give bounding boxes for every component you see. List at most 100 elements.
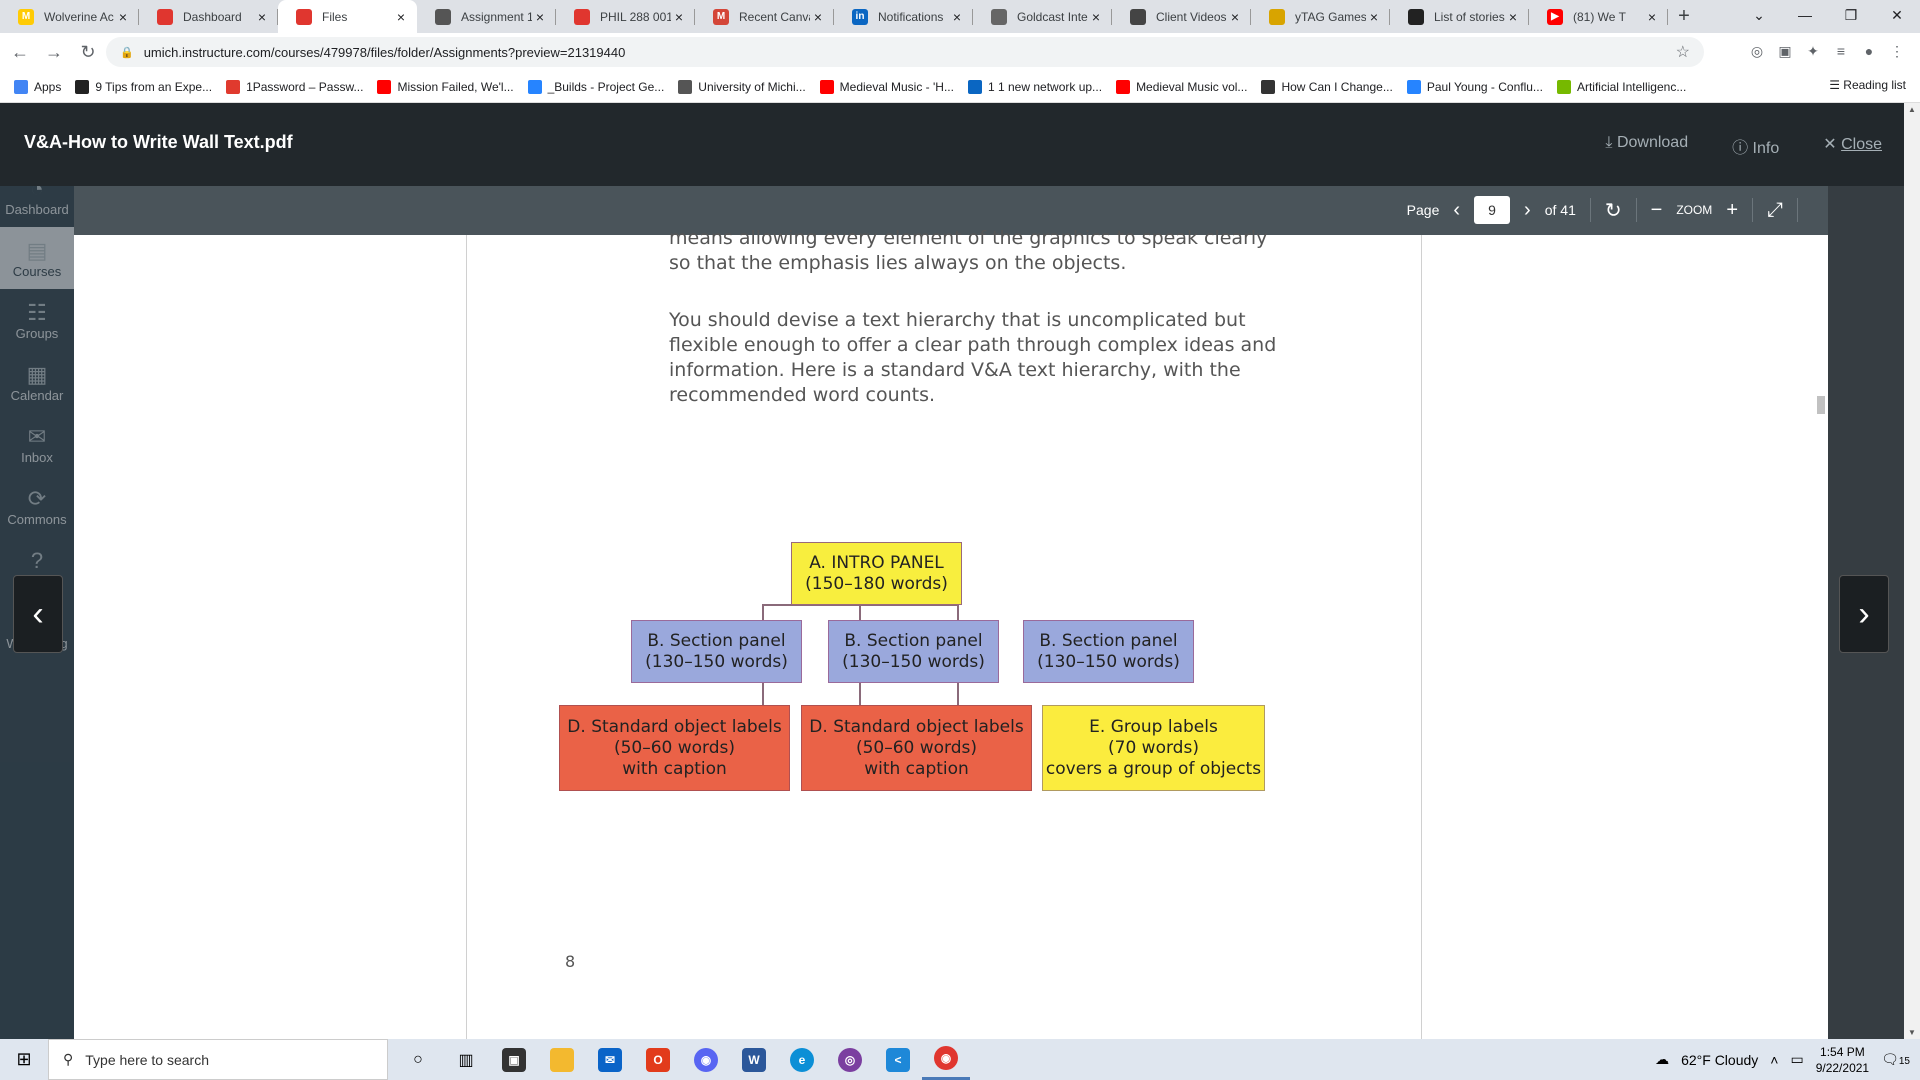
browser-tab[interactable]: ▶ (81) We T ×: [1529, 0, 1668, 33]
close-preview-button[interactable]: ✕ Close: [1823, 134, 1882, 158]
mail-icon[interactable]: ✉: [586, 1039, 634, 1080]
tab-close-icon[interactable]: ×: [1088, 9, 1104, 25]
bookmark-item[interactable]: Medieval Music - 'H...: [819, 79, 954, 94]
cortana-icon[interactable]: ○: [394, 1039, 442, 1080]
tab-title: List of stories: [1434, 9, 1505, 24]
battery-icon[interactable]: ▭: [1790, 1051, 1803, 1068]
bookmark-item[interactable]: _Builds - Project Ge...: [527, 79, 664, 94]
prev-page-icon[interactable]: ‹: [1453, 199, 1460, 222]
file-explorer-icon[interactable]: [538, 1039, 586, 1080]
bookmark-item[interactable]: Paul Young - Conflu...: [1406, 79, 1543, 94]
profile-avatar[interactable]: ●: [1860, 42, 1878, 60]
notifications-icon[interactable]: 🗨15: [1881, 1051, 1910, 1068]
pdf-scrollbar[interactable]: [1814, 235, 1828, 1039]
bookmark-item[interactable]: Mission Failed, We'l...: [377, 79, 514, 94]
rotate-icon[interactable]: ↻: [1605, 198, 1622, 223]
close-window-button[interactable]: ✕: [1874, 0, 1920, 33]
bookmark-item[interactable]: University of Michi...: [678, 79, 806, 94]
bookmark-label: Medieval Music vol...: [1136, 79, 1248, 94]
bookmark-item[interactable]: Medieval Music vol...: [1116, 79, 1248, 94]
tab-close-icon[interactable]: ×: [1505, 9, 1521, 25]
browser-tab[interactable]: in Notifications ×: [834, 0, 973, 33]
extension-icon[interactable]: ◎: [1748, 42, 1766, 60]
tab-close-icon[interactable]: ×: [671, 9, 687, 25]
tab-close-icon[interactable]: ×: [1227, 9, 1243, 25]
tab-close-icon[interactable]: ×: [1366, 9, 1382, 25]
next-file-button[interactable]: ›: [1839, 575, 1889, 653]
fullscreen-icon[interactable]: ⤢: [1767, 199, 1783, 222]
bookmark-item[interactable]: 9 Tips from an Expe...: [75, 79, 212, 94]
tab-title: Dashboard: [183, 9, 242, 24]
tab-close-icon[interactable]: ×: [254, 9, 270, 25]
global-nav-groups[interactable]: ☷ Groups: [0, 289, 74, 351]
app-icon[interactable]: ◎: [826, 1039, 874, 1080]
browser-tab[interactable]: List of stories ×: [1390, 0, 1529, 33]
page-number-input[interactable]: 9: [1474, 196, 1511, 224]
puzzle-icon[interactable]: ✦: [1804, 42, 1822, 60]
menu-icon[interactable]: ⋮: [1888, 42, 1906, 60]
tab-close-icon[interactable]: ×: [393, 9, 409, 25]
bookmark-item[interactable]: 1Password – Passw...: [226, 79, 363, 94]
scrollbar-thumb[interactable]: [1817, 396, 1825, 414]
tab-close-icon[interactable]: ×: [949, 9, 965, 25]
global-nav-courses[interactable]: ▤ Courses: [0, 227, 74, 289]
pdf-viewer[interactable]: means allowing every element of the grap…: [74, 227, 1828, 1039]
media-icon[interactable]: ≡: [1832, 42, 1850, 60]
global-nav-commons[interactable]: ⟳ Commons: [0, 475, 74, 537]
browser-tab[interactable]: Files ×: [278, 0, 417, 33]
browser-tab[interactable]: Goldcast Inte ×: [973, 0, 1112, 33]
back-button[interactable]: ←: [6, 42, 34, 63]
browser-tab[interactable]: yTAG Games ×: [1251, 0, 1390, 33]
browser-tab[interactable]: M Wolverine Ac ×: [0, 0, 139, 33]
chrome-icon[interactable]: ◉: [922, 1039, 970, 1080]
office-icon[interactable]: O: [634, 1039, 682, 1080]
tab-close-icon[interactable]: ×: [810, 9, 826, 25]
bookmark-item[interactable]: 1 1 new network up...: [967, 79, 1102, 94]
tab-close-icon[interactable]: ×: [1644, 9, 1660, 25]
browser-tab[interactable]: PHIL 288 001 ×: [556, 0, 695, 33]
scroll-down-icon[interactable]: ▼: [1908, 1028, 1916, 1037]
weather-icon[interactable]: ☁: [1655, 1051, 1669, 1068]
scroll-up-icon[interactable]: ▲: [1908, 105, 1916, 114]
download-button[interactable]: ⤓ Download: [1605, 134, 1688, 158]
word-icon[interactable]: W: [730, 1039, 778, 1080]
reading-list-button[interactable]: ☰ Reading list: [1829, 78, 1906, 92]
store-icon[interactable]: ▣: [490, 1039, 538, 1080]
tab-search-icon[interactable]: ⌄: [1736, 0, 1782, 33]
info-button[interactable]: ⓘ Info: [1732, 134, 1779, 158]
restore-button[interactable]: ❐: [1828, 0, 1874, 33]
browser-tab[interactable]: M Recent Canva ×: [695, 0, 834, 33]
zoom-out-icon[interactable]: −: [1651, 199, 1663, 222]
clock[interactable]: 1:54 PM 9/22/2021: [1816, 1044, 1869, 1076]
edge-icon[interactable]: e: [778, 1039, 826, 1080]
taskbar-search[interactable]: ⚲ Type here to search: [48, 1039, 388, 1080]
bookmark-item[interactable]: Apps: [14, 79, 61, 94]
discord-icon[interactable]: ◉: [682, 1039, 730, 1080]
global-nav-inbox[interactable]: ✉ Inbox: [0, 413, 74, 475]
tab-close-icon[interactable]: ×: [532, 9, 548, 25]
zoom-in-icon[interactable]: +: [1726, 199, 1738, 222]
browser-tab[interactable]: Assignment 1 ×: [417, 0, 556, 33]
browser-tab[interactable]: Client Videos ×: [1112, 0, 1251, 33]
extension-icon[interactable]: ▣: [1776, 42, 1794, 60]
omnibox[interactable]: 🔒 umich.instructure.com/courses/479978/f…: [106, 37, 1704, 67]
bookmark-item[interactable]: How Can I Change...: [1261, 79, 1393, 94]
browser-tab[interactable]: Dashboard ×: [139, 0, 278, 33]
vscode-icon[interactable]: <: [874, 1039, 922, 1080]
tray-chevron-icon[interactable]: ˄: [1770, 1052, 1778, 1068]
bookmark-star-icon[interactable]: ☆: [1676, 42, 1690, 62]
windows-start-icon[interactable]: ⊞: [0, 1049, 48, 1070]
commons-icon: ⟳: [27, 485, 47, 511]
next-page-icon[interactable]: ›: [1524, 199, 1531, 222]
forward-button[interactable]: →: [40, 42, 68, 63]
task-view-icon[interactable]: ▥: [442, 1039, 490, 1080]
tab-close-icon[interactable]: ×: [115, 9, 131, 25]
minimize-button[interactable]: —: [1782, 0, 1828, 33]
reload-button[interactable]: ↻: [74, 42, 102, 63]
previous-file-button[interactable]: ‹: [13, 575, 63, 653]
global-nav-calendar[interactable]: ▦ Calendar: [0, 351, 74, 413]
bookmark-item[interactable]: Artificial Intelligenc...: [1556, 79, 1686, 94]
new-tab-button[interactable]: +: [1668, 0, 1700, 33]
weather-text[interactable]: 62°F Cloudy: [1681, 1052, 1758, 1068]
page-scrollbar[interactable]: ▲ ▼: [1904, 103, 1920, 1039]
